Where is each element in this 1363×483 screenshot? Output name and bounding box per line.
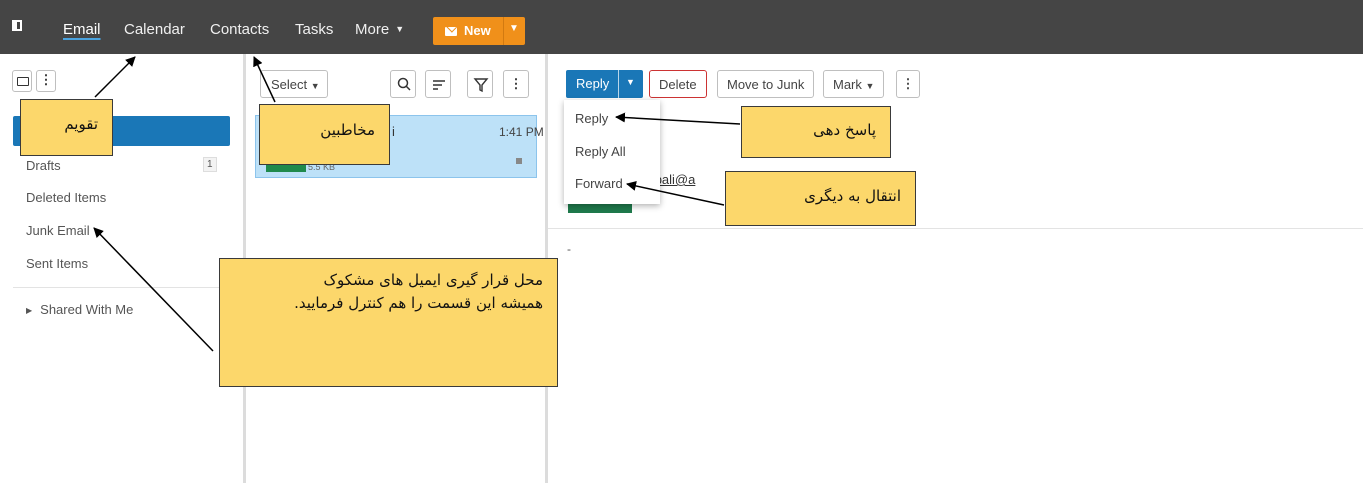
arrow-calendar xyxy=(94,56,136,98)
annotation-arrows xyxy=(93,56,741,352)
arrow-contacts xyxy=(253,56,276,103)
arrow-forward xyxy=(626,181,725,206)
arrow-junk xyxy=(93,227,214,352)
arrow-reply xyxy=(615,112,741,125)
